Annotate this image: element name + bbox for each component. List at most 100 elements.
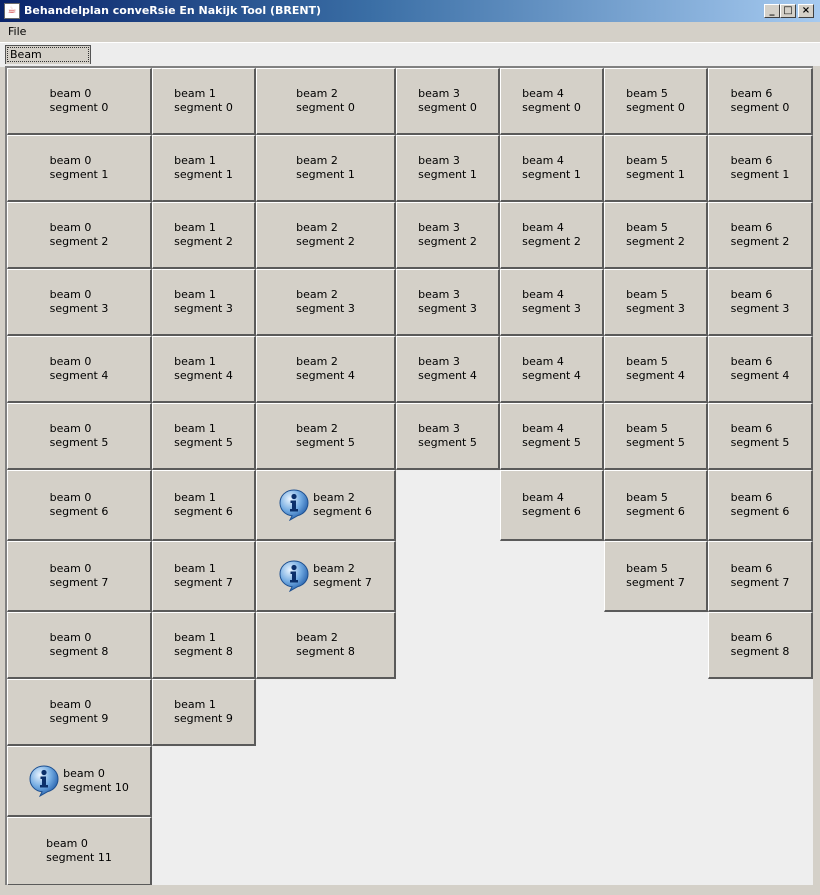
beam-segment-button[interactable]: beam 0 segment 7 bbox=[7, 541, 152, 612]
beam-segment-label: beam 1 segment 8 bbox=[174, 631, 233, 658]
beam-segment-button[interactable]: beam 6 segment 1 bbox=[708, 135, 813, 202]
beam-segment-label: beam 4 segment 6 bbox=[522, 491, 581, 518]
beam-segment-label: beam 3 segment 5 bbox=[418, 422, 477, 449]
beam-segment-button[interactable]: beam 0 segment 3 bbox=[7, 269, 152, 336]
beam-segment-button[interactable]: beam 5 segment 0 bbox=[604, 68, 708, 135]
beam-segment-button[interactable]: beam 1 segment 2 bbox=[152, 202, 256, 269]
beam-segment-label: beam 5 segment 4 bbox=[626, 355, 685, 382]
beam-segment-button[interactable]: beam 2 segment 8 bbox=[256, 612, 396, 679]
info-icon bbox=[279, 560, 309, 593]
beam-segment-label: beam 3 segment 0 bbox=[418, 87, 477, 114]
beam-segment-button[interactable]: beam 5 segment 7 bbox=[604, 541, 708, 612]
beam-segment-button[interactable]: beam 6 segment 3 bbox=[708, 269, 813, 336]
beam-segment-button[interactable]: beam 4 segment 3 bbox=[500, 269, 604, 336]
beam-segment-button[interactable]: beam 1 segment 7 bbox=[152, 541, 256, 612]
beam-segment-button[interactable]: beam 2 segment 5 bbox=[256, 403, 396, 470]
beam-segment-button[interactable]: beam 5 segment 2 bbox=[604, 202, 708, 269]
beam-segment-button[interactable]: beam 1 segment 5 bbox=[152, 403, 256, 470]
beam-segment-button[interactable]: beam 2 segment 2 bbox=[256, 202, 396, 269]
beam-segment-button[interactable]: beam 0 segment 1 bbox=[7, 135, 152, 202]
beam-segment-button[interactable]: beam 0 segment 5 bbox=[7, 403, 152, 470]
beam-segment-label: beam 0 segment 10 bbox=[63, 767, 129, 794]
beam-segment-button[interactable]: beam 6 segment 4 bbox=[708, 336, 813, 403]
beam-segment-button[interactable]: beam 4 segment 5 bbox=[500, 403, 604, 470]
beam-segment-button[interactable]: beam 0 segment 9 bbox=[7, 679, 152, 746]
beam-segment-button[interactable]: beam 2 segment 4 bbox=[256, 336, 396, 403]
minimize-button[interactable]: _ bbox=[764, 4, 780, 18]
beam-segment-button[interactable]: beam 0 segment 2 bbox=[7, 202, 152, 269]
beam-segment-button[interactable]: beam 6 segment 0 bbox=[708, 68, 813, 135]
beam-segment-button[interactable]: beam 6 segment 2 bbox=[708, 202, 813, 269]
beam-segment-label: beam 5 segment 6 bbox=[626, 491, 685, 518]
beam-segment-button[interactable]: beam 3 segment 0 bbox=[396, 68, 500, 135]
beam-segment-button[interactable]: beam 1 segment 9 bbox=[152, 679, 256, 746]
beam-segment-button[interactable]: beam 0 segment 4 bbox=[7, 336, 152, 403]
beam-segment-button[interactable]: beam 1 segment 1 bbox=[152, 135, 256, 202]
beam-segment-button[interactable]: beam 4 segment 0 bbox=[500, 68, 604, 135]
beam-segment-button[interactable]: beam 0 segment 6 bbox=[7, 470, 152, 541]
beam-segment-button[interactable]: beam 0 segment 0 bbox=[7, 68, 152, 135]
beam-segment-label: beam 0 segment 2 bbox=[49, 221, 109, 248]
beam-segment-button[interactable]: beam 5 segment 3 bbox=[604, 269, 708, 336]
beam-segment-button[interactable]: beam 1 segment 6 bbox=[152, 470, 256, 541]
beam-segment-button[interactable]: beam 6 segment 7 bbox=[708, 541, 813, 612]
beam-segment-button[interactable]: beam 0 segment 10 bbox=[7, 746, 152, 817]
beam-segment-button[interactable]: beam 4 segment 6 bbox=[500, 470, 604, 541]
beam-segment-label: beam 4 segment 2 bbox=[522, 221, 581, 248]
beam-segment-button[interactable]: beam 3 segment 3 bbox=[396, 269, 500, 336]
beam-segment-button[interactable]: beam 1 segment 0 bbox=[152, 68, 256, 135]
beam-segment-label: beam 1 segment 7 bbox=[174, 562, 233, 589]
beam-segment-button[interactable]: beam 6 segment 6 bbox=[708, 470, 813, 541]
beam-segment-label: beam 1 segment 6 bbox=[174, 491, 233, 518]
beam-segment-label: beam 0 segment 9 bbox=[49, 698, 109, 725]
beam-segment-label: beam 6 segment 8 bbox=[730, 631, 790, 658]
beam-segment-label: beam 5 segment 1 bbox=[626, 154, 685, 181]
beam-segment-label: beam 0 segment 6 bbox=[49, 491, 109, 518]
beam-segment-button[interactable]: beam 6 segment 8 bbox=[708, 612, 813, 679]
maximize-button[interactable]: □ bbox=[780, 4, 796, 18]
beam-segment-button[interactable]: beam 2 segment 6 bbox=[256, 470, 396, 541]
panel-bottom-edge bbox=[5, 885, 813, 891]
beam-segment-button[interactable]: beam 0 segment 8 bbox=[7, 612, 152, 679]
beam-segment-label: beam 2 segment 4 bbox=[296, 355, 355, 382]
beam-segment-button[interactable]: beam 5 segment 1 bbox=[604, 135, 708, 202]
beam-segment-button[interactable]: beam 3 segment 1 bbox=[396, 135, 500, 202]
menu-bar: File bbox=[0, 22, 820, 42]
menu-file[interactable]: File bbox=[8, 25, 26, 38]
beam-segment-label: beam 3 segment 4 bbox=[418, 355, 477, 382]
beam-segment-button[interactable]: beam 2 segment 7 bbox=[256, 541, 396, 612]
beam-segment-button[interactable]: beam 3 segment 4 bbox=[396, 336, 500, 403]
beam-segment-label: beam 2 segment 5 bbox=[296, 422, 355, 449]
beam-segment-button[interactable]: beam 4 segment 2 bbox=[500, 202, 604, 269]
info-icon bbox=[29, 765, 59, 798]
beam-segment-label: beam 5 segment 2 bbox=[626, 221, 685, 248]
beam-segment-button[interactable]: beam 2 segment 0 bbox=[256, 68, 396, 135]
beam-segment-label: beam 5 segment 5 bbox=[626, 422, 685, 449]
java-app-icon: ☕ bbox=[4, 3, 20, 19]
beam-segment-label: beam 2 segment 2 bbox=[296, 221, 355, 248]
beam-segment-label: beam 0 segment 7 bbox=[49, 562, 109, 589]
beam-segment-button[interactable]: beam 0 segment 11 bbox=[7, 817, 152, 886]
beam-segment-button[interactable]: beam 6 segment 5 bbox=[708, 403, 813, 470]
beam-segment-button[interactable]: beam 4 segment 4 bbox=[500, 336, 604, 403]
beam-segment-label: beam 3 segment 3 bbox=[418, 288, 477, 315]
beam-segment-label: beam 0 segment 3 bbox=[49, 288, 109, 315]
beam-segment-label: beam 6 segment 1 bbox=[730, 154, 790, 181]
beam-segment-button[interactable]: beam 3 segment 5 bbox=[396, 403, 500, 470]
beam-segment-button[interactable]: beam 5 segment 6 bbox=[604, 470, 708, 541]
beam-segment-button[interactable]: beam 5 segment 5 bbox=[604, 403, 708, 470]
beam-segment-label: beam 1 segment 4 bbox=[174, 355, 233, 382]
beam-segment-button[interactable]: beam 5 segment 4 bbox=[604, 336, 708, 403]
beam-segment-label: beam 4 segment 5 bbox=[522, 422, 581, 449]
beam-segment-button[interactable]: beam 1 segment 4 bbox=[152, 336, 256, 403]
beam-segment-button[interactable]: beam 1 segment 3 bbox=[152, 269, 256, 336]
beam-segment-button[interactable]: beam 3 segment 2 bbox=[396, 202, 500, 269]
beam-segment-label: beam 0 segment 0 bbox=[49, 87, 109, 114]
beam-segment-button[interactable]: beam 4 segment 1 bbox=[500, 135, 604, 202]
tab-beam-navigator[interactable]: Beam Navigator bbox=[5, 45, 91, 78]
beam-segment-button[interactable]: beam 2 segment 1 bbox=[256, 135, 396, 202]
beam-segment-button[interactable]: beam 2 segment 3 bbox=[256, 269, 396, 336]
beam-segment-button[interactable]: beam 1 segment 8 bbox=[152, 612, 256, 679]
close-button[interactable]: × bbox=[798, 4, 814, 18]
beam-segment-label: beam 0 segment 8 bbox=[49, 631, 109, 658]
